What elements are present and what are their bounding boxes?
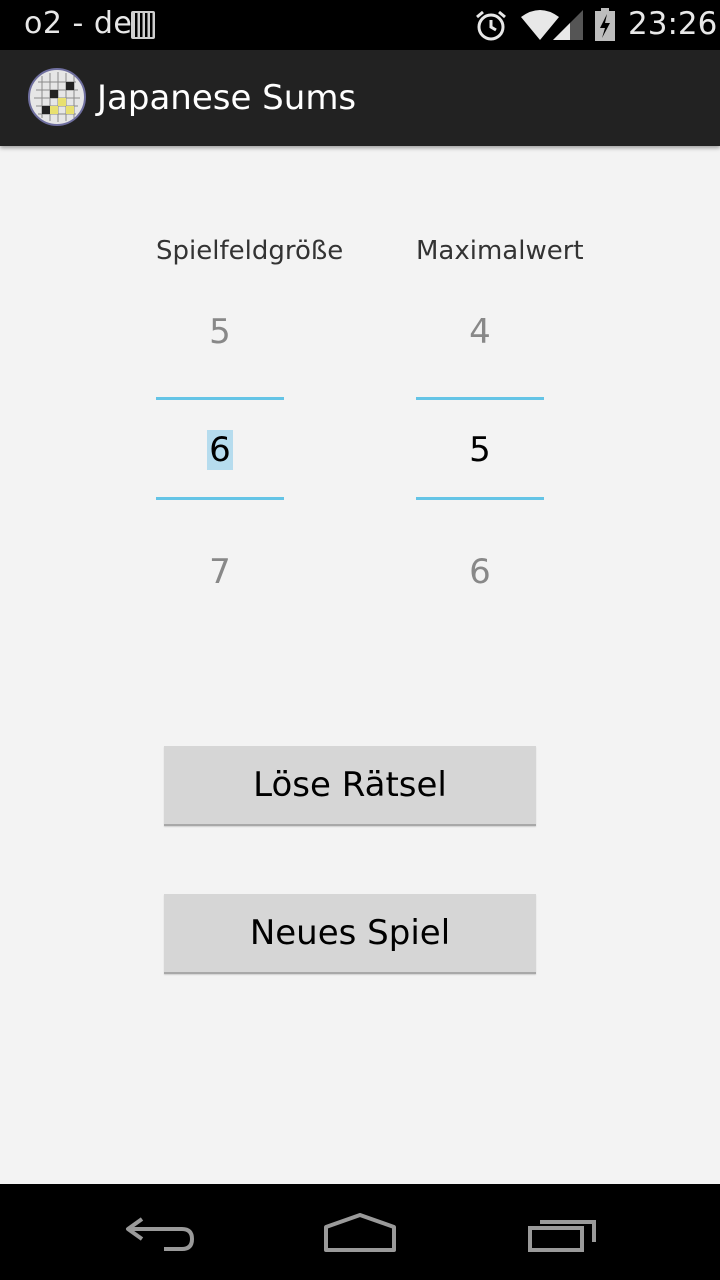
max-value-current-value[interactable]: 5 bbox=[416, 430, 544, 470]
picker-divider-bottom bbox=[156, 497, 284, 500]
carrier-name: o2 - de bbox=[24, 6, 133, 41]
picker-divider-top bbox=[156, 397, 284, 400]
back-icon[interactable] bbox=[124, 1213, 196, 1253]
status-clock: 23:26 bbox=[628, 6, 718, 42]
board-size-current-text[interactable]: 6 bbox=[207, 430, 233, 470]
action-bar: Japanese Sums bbox=[0, 50, 720, 146]
max-value-prev-value[interactable]: 4 bbox=[416, 312, 544, 352]
sim-icon bbox=[131, 11, 155, 39]
board-size-label: Spielfeldgröße bbox=[156, 236, 344, 266]
board-size-picker[interactable]: 5 6 7 bbox=[156, 300, 284, 600]
picker-divider-bottom bbox=[416, 497, 544, 500]
board-size-prev-value[interactable]: 5 bbox=[156, 312, 284, 352]
board-size-next-value[interactable]: 7 bbox=[156, 552, 284, 592]
status-bar: o2 - de 23:26 bbox=[0, 0, 720, 50]
recent-apps-icon[interactable] bbox=[526, 1214, 598, 1254]
app-title: Japanese Sums bbox=[97, 78, 357, 118]
max-value-next-value[interactable]: 6 bbox=[416, 552, 544, 592]
battery-charging-icon bbox=[595, 8, 615, 41]
picker-divider-top bbox=[416, 397, 544, 400]
max-value-label: Maximalwert bbox=[416, 236, 584, 266]
alarm-icon bbox=[476, 10, 506, 41]
max-value-picker[interactable]: 4 5 6 bbox=[416, 300, 544, 600]
board-size-current-value[interactable]: 6 bbox=[156, 430, 284, 470]
app-icon[interactable] bbox=[28, 68, 86, 126]
signal-icon bbox=[553, 10, 583, 40]
new-game-button[interactable]: Neues Spiel bbox=[164, 894, 536, 974]
home-icon[interactable] bbox=[322, 1213, 398, 1253]
solve-puzzle-button[interactable]: Löse Rätsel bbox=[164, 746, 536, 826]
